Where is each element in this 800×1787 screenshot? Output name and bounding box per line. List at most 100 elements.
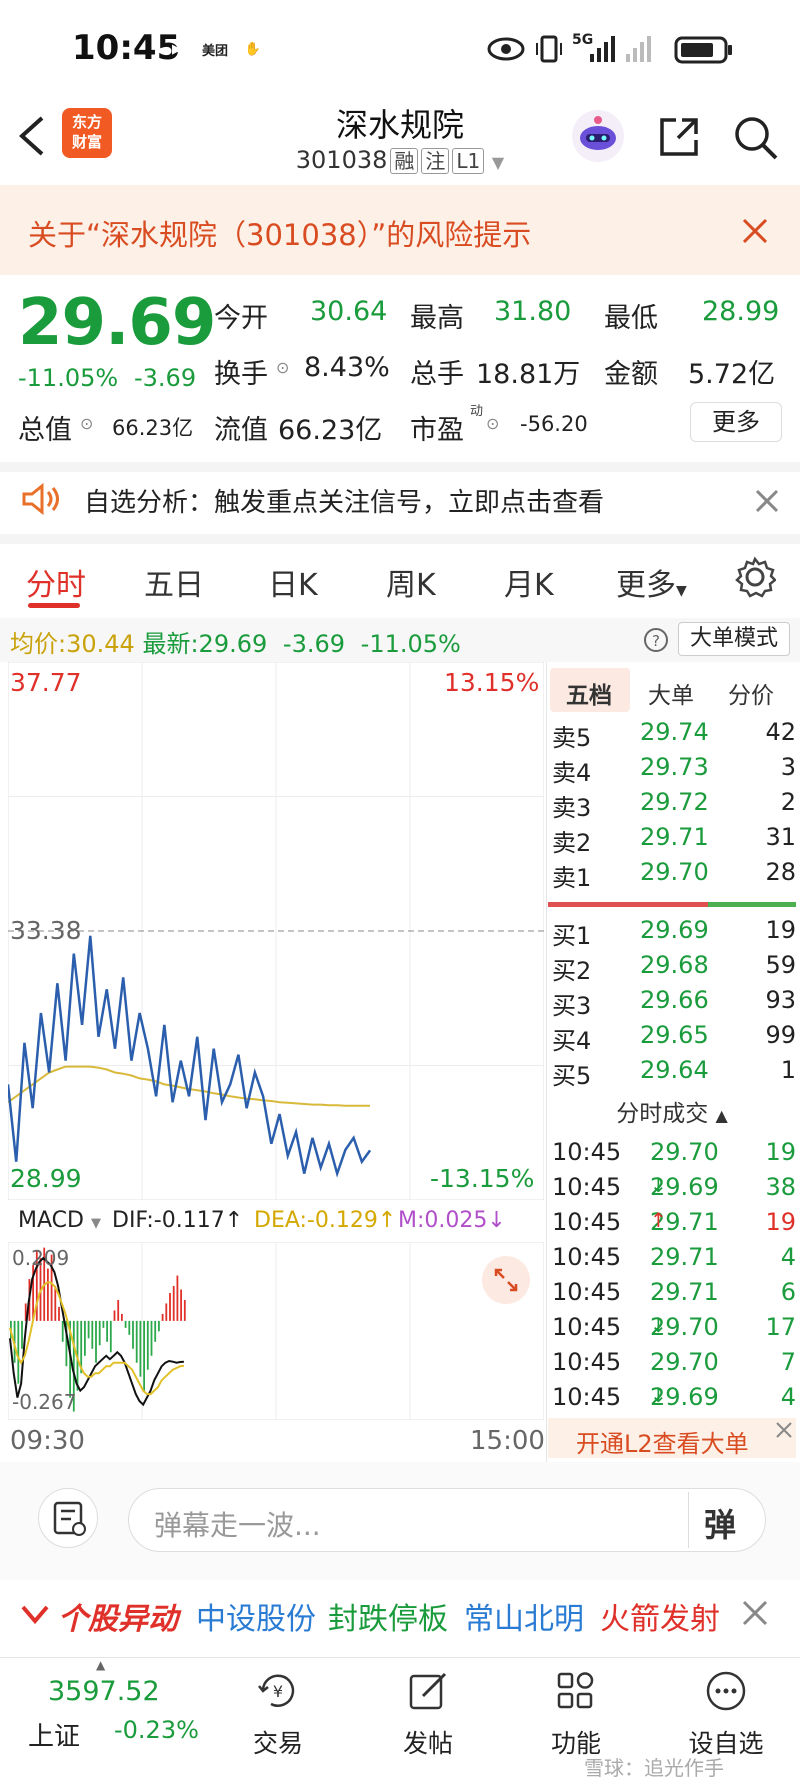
index-name[interactable]: 上证 (28, 1716, 80, 1753)
level-label: 买1 (552, 922, 592, 950)
tick-time: 10:45 (552, 1278, 622, 1306)
tick-row: 10:45 29.71 6 (552, 1278, 796, 1306)
tick-row: 10:45 29.70 7 (552, 1348, 796, 1376)
share-icon[interactable] (656, 114, 702, 160)
nav-trade-label: 交易 (252, 1729, 303, 1758)
macd-bar (113, 1310, 116, 1321)
tick-row: 10:45 29.71 ↑ 19 (552, 1208, 796, 1236)
macd-m: M:0.025↓ (398, 1208, 506, 1233)
volume-value: 18.81万 (476, 359, 581, 390)
tab-five-levels[interactable]: 五档 (566, 676, 612, 710)
l2-promo-text[interactable]: 开通L2查看大单 (576, 1424, 749, 1459)
macd-bar (139, 1320, 142, 1377)
high-value: 31.80 (494, 296, 572, 327)
ticks-title[interactable]: 分时成交 ▲ (548, 1094, 796, 1134)
alert-text[interactable]: 自选分析：触发重点关注信号，立即点击查看 (84, 482, 604, 519)
tab-daily-k[interactable]: 日K (268, 560, 318, 604)
nav-functions[interactable]: 功能 (526, 1668, 626, 1760)
mover-item[interactable]: 封跌停板 (328, 1594, 448, 1638)
level-label: 卖4 (552, 759, 592, 787)
info-dots-icon[interactable]: ⊙ (80, 414, 93, 433)
level-volume: 3 (780, 753, 796, 781)
nav-trade[interactable]: ¥ 交易 (228, 1668, 328, 1760)
close-icon[interactable] (740, 1598, 770, 1628)
close-icon[interactable] (774, 1420, 794, 1440)
tab-weekly-k[interactable]: 周K (386, 560, 436, 604)
level-volume: 42 (765, 718, 796, 746)
dropdown-arrow-icon: ▼ (491, 153, 505, 172)
tick-time: 10:45 (552, 1208, 622, 1236)
level-price: 29.64 (640, 1056, 709, 1084)
tick-volume: 4 (780, 1383, 796, 1411)
question-icon[interactable]: ? (642, 626, 670, 654)
tick-row: 10:45 29.71 4 (552, 1243, 796, 1271)
y-mid-label: 33.38 (10, 916, 82, 945)
tick-volume: 19 (765, 1208, 796, 1236)
chevron-down-icon[interactable] (20, 1602, 50, 1626)
level-price: 29.68 (640, 951, 709, 979)
nav-post-label: 发帖 (402, 1729, 453, 1758)
level-label: 买4 (552, 1027, 592, 1055)
tab-price-dist[interactable]: 分价 (728, 676, 774, 710)
info-dots-icon[interactable]: ⊙ (486, 414, 499, 433)
robot-assistant-icon[interactable] (570, 108, 626, 164)
tick-volume: 17 (765, 1313, 796, 1341)
sell-pressure-bar (548, 902, 708, 907)
macd-selector[interactable]: MACD ▼ (18, 1208, 101, 1233)
macd-bottom-label: -0.267 (12, 1390, 77, 1414)
index-value[interactable]: 3597.52 (48, 1676, 160, 1707)
macd-bar (21, 1320, 23, 1349)
level-price: 29.70 (640, 858, 709, 886)
intraday-chart[interactable] (8, 662, 544, 1200)
divider (688, 1492, 689, 1548)
nav-post[interactable]: 发帖 (378, 1668, 478, 1760)
pct-max-label: 13.15% (444, 668, 540, 697)
macd-bar (17, 1320, 20, 1384)
tab-intraday[interactable]: 分时 (26, 560, 86, 604)
divider (0, 534, 800, 544)
macd-bar (143, 1320, 145, 1391)
close-icon[interactable] (754, 488, 780, 514)
level-volume: 31 (765, 823, 796, 851)
open-value: 30.64 (310, 296, 388, 327)
tick-row: 10:45 29.69 ↓ 4 (552, 1383, 796, 1411)
order-book-row: 卖3 29.72 2 (548, 788, 796, 823)
macd-bar (158, 1320, 160, 1332)
macd-bar (84, 1320, 86, 1356)
order-book-row: 买2 29.68 59 (548, 951, 796, 986)
tab-five-day[interactable]: 五日 (144, 560, 204, 604)
index-change[interactable]: -0.23% (114, 1716, 199, 1744)
macd-dea: DEA:-0.129↑ (254, 1208, 397, 1233)
y-min-label: 28.99 (10, 1164, 82, 1193)
level-price: 29.73 (640, 753, 709, 781)
tick-row: 10:45 29.70 ↓ 17 (552, 1313, 796, 1341)
volume-label: 总手 (410, 359, 464, 390)
risk-banner-text[interactable]: 关于“深水规院（301038）”的风险提示 (28, 212, 531, 254)
macd-bar (87, 1320, 90, 1339)
mover-item[interactable]: 中设股份 (196, 1594, 316, 1638)
mover-item[interactable]: 常山北明 (464, 1594, 584, 1638)
macd-chart[interactable] (8, 1242, 544, 1420)
gear-icon[interactable] (734, 556, 776, 598)
level-label: 买3 (552, 992, 592, 1020)
tick-volume: 7 (780, 1348, 796, 1376)
search-icon[interactable] (732, 114, 780, 162)
expand-button[interactable] (482, 1256, 530, 1304)
big-order-mode-button[interactable]: 大单模式 (678, 622, 790, 656)
mover-item[interactable]: 火箭发射 (600, 1594, 720, 1638)
level-price: 29.65 (640, 1021, 709, 1049)
tab-big-orders[interactable]: 大单 (648, 676, 694, 710)
nav-add-watchlist[interactable]: 设自选 (676, 1668, 776, 1760)
close-icon[interactable] (740, 216, 770, 246)
level-price: 29.69 (640, 916, 709, 944)
level-price: 29.72 (640, 788, 709, 816)
tab-monthly-k[interactable]: 月K (504, 560, 554, 604)
more-button[interactable]: 更多 (690, 402, 782, 442)
info-dots-icon[interactable]: ⊙ (276, 358, 289, 377)
tick-volume: 38 (765, 1173, 796, 1201)
comment-list-button[interactable] (38, 1488, 98, 1548)
danmaku-send-button[interactable]: 弹 (704, 1500, 736, 1546)
level-label: 卖3 (552, 794, 592, 822)
hand-app-icon: ✋ (244, 41, 262, 57)
tab-more[interactable]: 更多▼ (616, 560, 687, 604)
